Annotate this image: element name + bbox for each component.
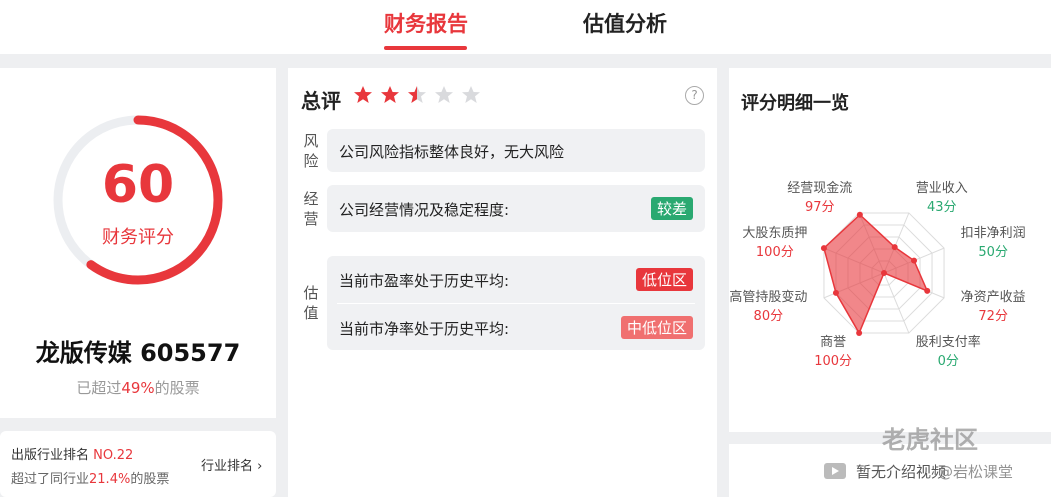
operation-text: 公司经营情况及稳定程度: — [339, 201, 510, 219]
radar-chart — [820, 211, 945, 337]
video-play-icon — [824, 463, 846, 479]
financial-score-label: 财务评分 — [102, 227, 174, 248]
no-video-label: 暂无介绍视频 — [856, 463, 947, 481]
radar-label-group: 商誉 100分 — [814, 331, 852, 369]
top-tab-bar: 财务报告 估值分析 — [0, 0, 1051, 54]
industry-rank-button-label: 行业排名 — [201, 459, 254, 474]
stock-name: 龙版传媒 605577 — [35, 339, 241, 367]
radar-data-point — [911, 257, 918, 264]
risk-side-label: 风险 — [303, 132, 319, 170]
radar-axis-label: 净资产收益 — [960, 289, 1026, 305]
community-watermark-text: 老虎社区 — [882, 426, 978, 454]
radar-label-group: 高管持股变动 80分 — [729, 286, 807, 324]
radar-data-point — [856, 330, 863, 337]
radar-label-group: 经营现金流 97分 — [787, 177, 852, 215]
radar-axis-value: 100分 — [755, 245, 794, 261]
radar-axis-label: 商誉 — [820, 334, 847, 350]
radar-axis-value: 50分 — [978, 245, 1008, 261]
radar-data-point — [924, 287, 931, 294]
radar-label-group: 净资产收益 72分 — [961, 286, 1026, 324]
chevron-right-icon: › — [257, 459, 263, 474]
star-icon — [435, 86, 453, 103]
pe-status-badge: 低位区 — [635, 268, 693, 291]
star-icon — [381, 86, 399, 103]
exceed-text: 已超过49%的股票 — [0, 377, 276, 398]
no-video-text: 暂无介绍视频 — [824, 461, 946, 482]
operation-status-badge: 较差 — [650, 197, 693, 220]
tab-financial-report[interactable]: 财务报告 — [384, 8, 468, 38]
industry-exceed-prefix: 超过了同行业 — [11, 472, 90, 487]
radar-label-group: 营业收入 43分 — [916, 177, 968, 215]
industry-exceed-suffix: 的股票 — [130, 472, 170, 487]
radar-data-point — [881, 270, 887, 276]
star-icon — [408, 86, 426, 103]
industry-rank-button[interactable]: 行业排名 › — [201, 455, 262, 474]
radar-axis-label: 高管持股变动 — [729, 289, 808, 305]
radar-axis-value: 72分 — [978, 308, 1008, 324]
operation-row: 公司经营情况及稳定程度: 较差 — [327, 185, 705, 232]
radar-axis-label: 营业收入 — [915, 181, 968, 197]
radar-label-group: 大股东质押 100分 — [742, 222, 807, 260]
help-icon[interactable]: ? — [685, 86, 704, 105]
industry-rank-line: 出版行业排名 NO.22 — [11, 444, 133, 463]
radar-data-point — [856, 211, 863, 218]
radar-axis-label: 经营现金流 — [787, 181, 853, 197]
radar-axis-label: 股利支付率 — [915, 334, 981, 350]
radar-axis-label: 扣非净利润 — [960, 226, 1026, 242]
radar-axis-value: 100分 — [814, 353, 853, 369]
radar-label-group: 扣非净利润 50分 — [961, 222, 1026, 260]
classroom-watermark: @岩松课堂 — [938, 463, 1014, 481]
industry-rank-number: NO.22 — [93, 448, 134, 463]
pe-text: 当前市盈率处于历史平均: — [339, 272, 510, 290]
industry-rank-prefix: 出版行业排名 — [11, 448, 94, 463]
score-detail-title: 评分明细一览 — [741, 93, 849, 114]
exceed-value: 49% — [121, 379, 155, 397]
radar-axis-label: 大股东质押 — [742, 226, 808, 242]
tab-valuation-analysis[interactable]: 估值分析 — [583, 8, 667, 38]
financial-score-value: 60 — [101, 155, 175, 215]
star-icon — [462, 86, 480, 103]
radar-axis-value: 43分 — [926, 200, 957, 216]
star-icon — [354, 86, 372, 103]
risk-row: 公司风险指标整体良好，无大风险 — [327, 129, 705, 172]
valuation-side-label: 估值 — [303, 284, 319, 322]
radar-label-group: 股利支付率 0分 — [916, 331, 981, 369]
radar-axis-value: 0分 — [937, 353, 959, 369]
star-rating — [353, 85, 481, 105]
pb-status-badge: 中低位区 — [620, 316, 693, 339]
valuation-rows: 当前市盈率处于历史平均: 低位区 当前市净率处于历史平均: 中低位区 — [327, 256, 705, 350]
community-watermark: 老虎社区 — [882, 420, 978, 455]
operation-side-label: 经营 — [303, 190, 319, 228]
overall-title: 总评 — [301, 89, 341, 113]
radar-data-point — [820, 245, 827, 252]
radar-data-point — [891, 244, 898, 251]
exceed-suffix: 的股票 — [154, 379, 200, 397]
risk-text: 公司风险指标整体良好，无大风险 — [339, 143, 565, 161]
valuation-divider — [337, 303, 695, 304]
industry-exceed-line: 超过了同行业21.4%的股票 — [11, 468, 169, 487]
active-tab-indicator — [384, 46, 467, 50]
exceed-prefix: 已超过 — [76, 379, 122, 397]
radar-axis-value: 80分 — [753, 308, 784, 324]
radar-data-point — [832, 289, 839, 296]
pb-text: 当前市净率处于历史平均: — [339, 320, 510, 338]
industry-exceed-value: 21.4% — [89, 472, 131, 487]
radar-axis-value: 97分 — [804, 200, 835, 216]
